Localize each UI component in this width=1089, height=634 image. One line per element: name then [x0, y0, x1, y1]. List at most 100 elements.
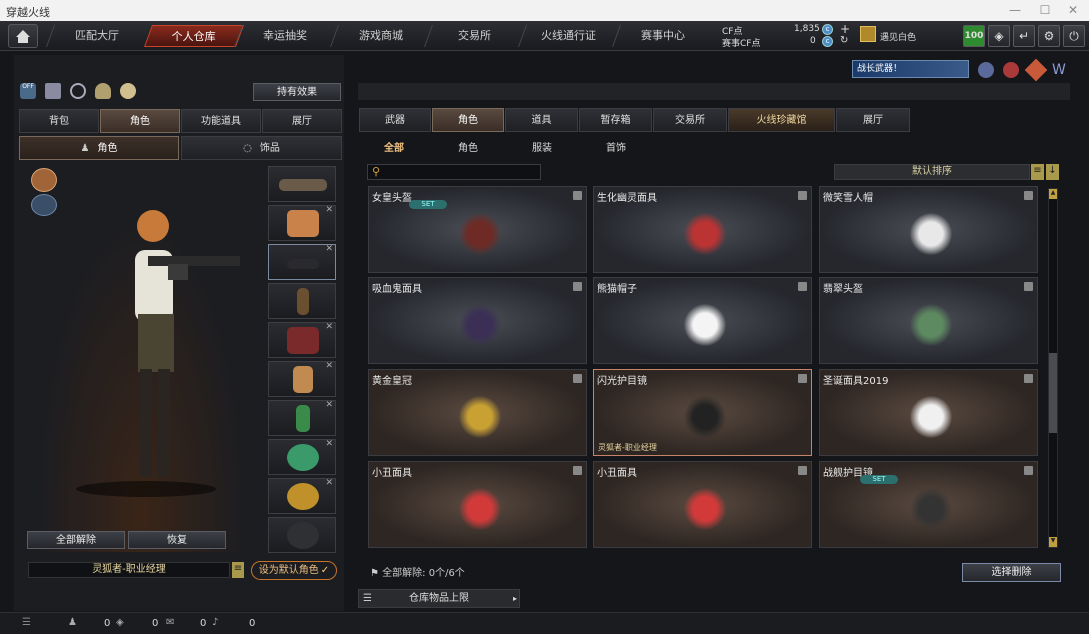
subtab-character[interactable]: ♟ 角色 — [19, 136, 179, 160]
slot-item-4[interactable] — [268, 283, 336, 319]
badge-gem-icon[interactable] — [1024, 58, 1048, 82]
badge-target-icon[interactable] — [1003, 62, 1019, 78]
subtab-clothing[interactable]: 服装 — [532, 139, 552, 154]
item-card[interactable]: 小丑面具 — [368, 461, 587, 548]
item-card[interactable]: 生化幽灵面具 — [593, 186, 812, 273]
tab-roles[interactable]: 角色 — [432, 108, 504, 132]
remove-icon[interactable]: ✕ — [325, 322, 333, 332]
scroll-up-icon[interactable]: ▲ — [1049, 189, 1057, 199]
subtab-all[interactable]: 全部 — [384, 139, 404, 154]
remove-icon[interactable]: ✕ — [325, 244, 333, 254]
tab-character[interactable]: 角色 — [100, 109, 180, 133]
unequip-all-button[interactable]: 全部解除 — [27, 531, 125, 549]
item-card[interactable]: 熊猫帽子 — [593, 277, 812, 364]
list-icon[interactable]: ≡ — [232, 562, 244, 578]
nav-tab-pass[interactable]: 火线通行证 — [517, 25, 619, 47]
lock-icon[interactable] — [1024, 374, 1033, 383]
lock-icon[interactable] — [1024, 191, 1033, 200]
clan-icon[interactable]: ◈ — [116, 617, 124, 628]
item-card[interactable]: 闪光护目镜 灵狐者-职业经理 — [593, 369, 812, 456]
remove-icon[interactable]: ✕ — [325, 478, 333, 488]
pet-icon[interactable] — [120, 83, 136, 99]
tab-hall[interactable]: 展厅 — [836, 108, 910, 132]
menu-icon[interactable]: ☰ — [22, 617, 31, 628]
fox-emblem-icon[interactable] — [31, 168, 57, 192]
sort-list-icon[interactable]: ≡ — [1031, 164, 1044, 180]
lock-icon[interactable] — [573, 191, 582, 200]
shield-icon[interactable]: ◈ — [988, 25, 1010, 47]
lock-icon[interactable] — [798, 282, 807, 291]
tab-temp-box[interactable]: 暂存箱 — [579, 108, 652, 132]
promo-banner[interactable]: 战长武器！ — [852, 60, 969, 78]
nav-tab-storage[interactable]: 个人仓库 — [143, 25, 245, 47]
lock-icon[interactable] — [573, 466, 582, 475]
item-card[interactable]: 圣诞面具2019 — [819, 369, 1038, 456]
tab-backpack[interactable]: 背包 — [19, 109, 99, 133]
nav-tab-lottery[interactable]: 幸运抽奖 — [233, 25, 335, 47]
home-button[interactable] — [8, 24, 38, 48]
character-preview[interactable] — [18, 164, 264, 552]
item-card[interactable]: 战舰护目镜 SET — [819, 461, 1038, 548]
gear-icon[interactable]: ⚙ — [1038, 25, 1060, 47]
lock-icon[interactable] — [798, 191, 807, 200]
scroll-down-icon[interactable]: ▼ — [1049, 537, 1057, 547]
slot-item-9[interactable]: ✕ — [268, 478, 336, 514]
tab-props[interactable]: 道具 — [505, 108, 578, 132]
wing-emblem-icon[interactable] — [31, 194, 57, 216]
tab-function-items[interactable]: 功能道具 — [181, 109, 261, 133]
item-card[interactable]: 黄金皇冠 — [368, 369, 587, 456]
chat-icon[interactable]: ✉ — [166, 617, 174, 628]
slot-item-6[interactable]: ✕ — [268, 361, 336, 397]
refresh-icon[interactable]: ↻ — [840, 35, 848, 46]
item-card[interactable]: 翡翠头盔 — [819, 277, 1038, 364]
rotate-icon[interactable] — [70, 83, 86, 99]
level-badge[interactable]: 100 — [963, 25, 985, 47]
subtab-accessories[interactable]: ◌ 饰品 — [181, 136, 342, 160]
nav-tab-exchange[interactable]: 交易所 — [423, 25, 525, 47]
remove-icon[interactable]: ✕ — [325, 400, 333, 410]
remove-icon[interactable]: ✕ — [325, 361, 333, 371]
return-icon[interactable]: ↵ — [1013, 25, 1035, 47]
sort-select[interactable]: 默认排序 — [834, 164, 1030, 180]
slot-weapon[interactable] — [268, 166, 336, 202]
power-icon[interactable]: ⏻ — [1063, 25, 1085, 47]
set-default-button[interactable]: 设为默认角色 ✓ — [251, 561, 337, 580]
slot-goggles[interactable]: ✕ — [268, 244, 336, 280]
tab-collection[interactable]: 火线珍藏馆 — [728, 108, 835, 132]
lock-icon[interactable] — [798, 374, 807, 383]
item-card[interactable]: 吸血鬼面具 — [368, 277, 587, 364]
lock-icon[interactable] — [1024, 282, 1033, 291]
subtab-jewelry[interactable]: 首饰 — [606, 139, 626, 154]
lock-icon[interactable] — [1024, 466, 1033, 475]
nav-tab-lobby[interactable]: 匹配大厅 — [45, 25, 147, 47]
slot-item-8[interactable]: ✕ — [268, 439, 336, 475]
speaker-icon[interactable]: ♪ — [212, 617, 218, 628]
sort-direction-icon[interactable]: ↓ — [1046, 164, 1059, 180]
tab-showroom[interactable]: 展厅 — [262, 109, 342, 133]
badge-w-icon[interactable]: W — [1052, 62, 1068, 78]
tab-exchange[interactable]: 交易所 — [653, 108, 727, 132]
slot-helmet[interactable]: ✕ — [268, 205, 336, 241]
minimize-button[interactable]: — — [1000, 2, 1030, 19]
remove-icon[interactable]: ✕ — [325, 439, 333, 449]
restore-button[interactable]: 恢复 — [128, 531, 226, 549]
lock-icon[interactable] — [798, 466, 807, 475]
remove-icon[interactable]: ✕ — [325, 205, 333, 215]
stats-icon[interactable] — [45, 83, 61, 99]
scrollbar[interactable]: ▲ ▼ — [1048, 188, 1058, 548]
lock-icon[interactable] — [573, 374, 582, 383]
slot-item-7[interactable]: ✕ — [268, 400, 336, 436]
item-card[interactable]: 女皇头盔 SET — [368, 186, 587, 273]
toggle-off-icon[interactable]: OFF — [20, 83, 36, 99]
maximize-button[interactable]: ☐ — [1030, 2, 1060, 19]
add-cf-button[interactable]: + — [840, 22, 850, 36]
item-card[interactable]: 微笑雪人帽 — [819, 186, 1038, 273]
tab-weapons[interactable]: 武器 — [359, 108, 431, 132]
storage-limit-button[interactable]: ☰ 仓库物品上限 ▸ — [358, 589, 520, 608]
subtab-roles[interactable]: 角色 — [458, 139, 478, 154]
item-card[interactable]: 小丑面具 — [593, 461, 812, 548]
effects-button[interactable]: 持有效果 — [253, 83, 341, 101]
pose-icon[interactable] — [95, 83, 111, 99]
badge-v-icon[interactable] — [978, 62, 994, 78]
slot-item-5[interactable]: ✕ — [268, 322, 336, 358]
